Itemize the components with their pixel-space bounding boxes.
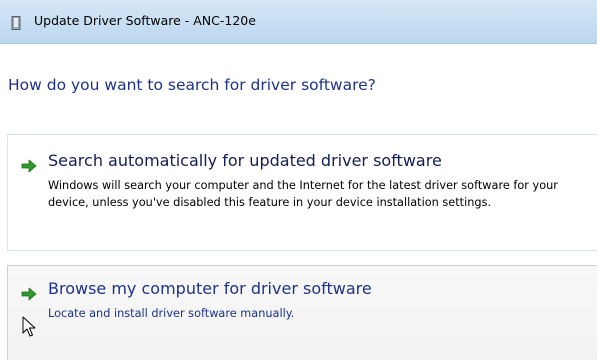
browse-computer-option[interactable]: Browse my computer for driver software L… xyxy=(7,265,597,360)
title-bar[interactable]: Update Driver Software - ANC-120e xyxy=(0,0,597,44)
search-automatically-description: Windows will search your computer and th… xyxy=(48,179,558,209)
window-title: Update Driver Software - ANC-120e xyxy=(34,13,256,28)
mouse-pointer-icon xyxy=(22,316,36,338)
green-arrow-icon xyxy=(21,158,37,173)
update-driver-window: Update Driver Software - ANC-120e How do… xyxy=(0,0,597,360)
device-icon xyxy=(10,15,22,30)
search-automatically-option[interactable]: Search automatically for updated driver … xyxy=(7,134,597,251)
search-automatically-title[interactable]: Search automatically for updated driver … xyxy=(48,151,442,170)
green-arrow-icon xyxy=(21,286,37,301)
browse-computer-description: Locate and install driver software manua… xyxy=(48,307,295,320)
page-heading: How do you want to search for driver sof… xyxy=(8,76,376,94)
browse-computer-title[interactable]: Browse my computer for driver software xyxy=(48,279,372,298)
